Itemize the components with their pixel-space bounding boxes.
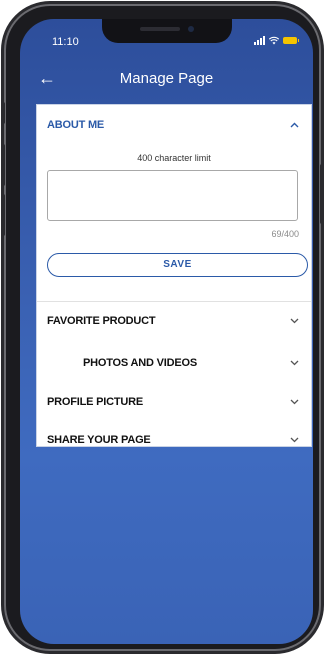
nav-bar: ← Manage Page [20,61,313,101]
section-label-share-your-page: SHARE YOUR PAGE [47,434,151,446]
phone-frame: 11:10 ← Manage Page ABOUT ME 400 charact… [1,4,324,651]
wifi-icon [269,36,279,45]
page-title: Manage Page [119,70,214,87]
manage-page-card: ABOUT ME 400 character limit 69/400 SAVE… [36,104,312,447]
power-button [320,164,324,224]
about-me-textarea[interactable] [47,170,298,221]
section-label-profile-picture: PROFILE PICTURE [47,396,144,408]
save-button[interactable]: SAVE [47,253,308,277]
chevron-down-icon[interactable] [290,399,299,405]
volume-up-button [1,144,5,186]
status-icons [254,36,299,45]
section-label-favorite-product: FAVORITE PRODUCT [47,315,156,327]
battery-icon [283,37,299,44]
chevron-down-icon[interactable] [290,318,299,324]
character-counter: 69/400 [271,229,299,239]
chevron-down-icon[interactable] [290,437,299,443]
status-time: 11:10 [52,36,79,48]
volume-down-button [1,194,5,236]
accordion-about-me[interactable]: ABOUT ME [37,105,311,135]
divider [37,301,311,302]
cellular-signal-icon [254,36,265,45]
mute-switch [1,102,5,124]
accordion-photos-and-videos[interactable]: PHOTOS AND VIDEOS [37,347,311,377]
accordion-share-your-page[interactable]: SHARE YOUR PAGE [37,411,311,446]
section-label-photos-and-videos: PHOTOS AND VIDEOS [83,357,197,369]
accordion-favorite-product[interactable]: FAVORITE PRODUCT [37,305,311,335]
status-bar: 11:10 [20,19,313,59]
chevron-down-icon[interactable] [290,360,299,366]
about-me-title: ABOUT ME [47,119,105,131]
app-screen: 11:10 ← Manage Page ABOUT ME 400 charact… [20,19,313,644]
chevron-up-icon[interactable] [290,122,299,128]
character-limit-hint: 400 character limit [137,153,211,163]
